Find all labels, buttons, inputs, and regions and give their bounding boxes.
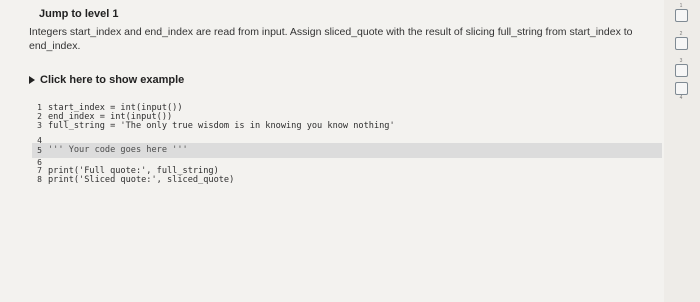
- code-editor[interactable]: 1 start_index = int(input()) 2 end_index…: [32, 98, 662, 198]
- level-checkbox-icon: [674, 9, 688, 22]
- code-line-8[interactable]: 8 print('Sliced quote:', sliced_quote): [32, 175, 662, 185]
- triangle-right-icon: [29, 76, 35, 84]
- level-checkbox-icon: [674, 37, 688, 50]
- show-example-toggle[interactable]: Click here to show example: [29, 74, 184, 86]
- code-line-5-editable[interactable]: 5 ''' Your code goes here ''': [32, 143, 662, 158]
- challenge-panel: Jump to level 1 Integers start_index and…: [0, 0, 664, 302]
- level-number: 4: [679, 95, 683, 101]
- line-code[interactable]: ''' Your code goes here ''': [48, 143, 188, 158]
- line-number: 5: [37, 146, 42, 155]
- line-number: 8: [37, 175, 42, 184]
- line-number: 3: [37, 121, 42, 130]
- level-checkbox-icon: [674, 82, 688, 95]
- line-code[interactable]: full_string = 'The only true wisdom is i…: [48, 121, 395, 131]
- jump-to-level-link[interactable]: Jump to level 1: [39, 8, 118, 20]
- instructions-text: Integers start_index and end_index are r…: [29, 26, 633, 52]
- level-4-button[interactable]: 4: [674, 82, 688, 101]
- level-3-button[interactable]: 3: [674, 58, 688, 77]
- level-2-button[interactable]: 2: [674, 31, 688, 50]
- line-code[interactable]: print('Sliced quote:', sliced_quote): [48, 175, 234, 185]
- level-1-button[interactable]: 1: [674, 3, 688, 22]
- code-line-3[interactable]: 3 full_string = 'The only true wisdom is…: [32, 121, 662, 131]
- show-example-label: Click here to show example: [40, 74, 185, 86]
- level-checkbox-icon: [674, 64, 688, 77]
